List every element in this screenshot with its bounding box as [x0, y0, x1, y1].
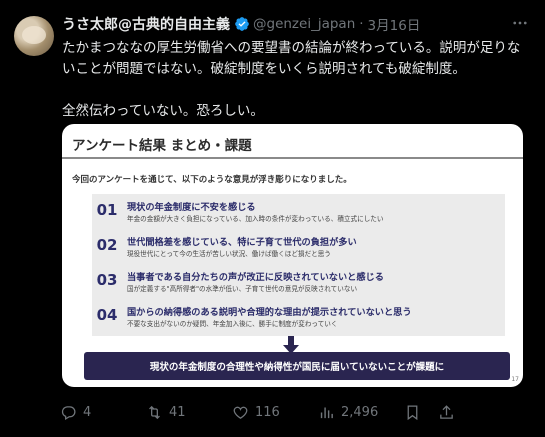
heart-icon — [233, 406, 248, 419]
item-detail: 年金の金額が大きく負担になっている、加入時の条件が変わっている、積立式にしたい — [127, 215, 384, 223]
card-title: アンケート結果 まとめ・課題 — [72, 138, 252, 154]
share-icon — [440, 404, 453, 419]
list-item: 04 国からの納得感のある説明や合理的な理由が提示されていないと思う 不要な支出… — [92, 302, 505, 332]
display-name[interactable]: うさ太郎@古典的自由主義 — [62, 14, 230, 34]
handle[interactable]: @genzei_japan — [253, 16, 355, 32]
analytics-icon — [320, 407, 333, 418]
conclusion-banner: 現状の年金制度の合理性や納得性が国民に届いていないことが課題に — [84, 352, 510, 380]
list-item: 01 現状の年金制度に不安を感じる 年金の金額が大きく負担になっている、加入時の… — [92, 197, 505, 227]
verified-badge-icon — [235, 17, 249, 31]
item-detail: 不要な支出がないのか疑問、年金加入後に、勝手に制度が変わっていく — [127, 320, 338, 328]
reply-icon — [61, 405, 76, 420]
item-number: 02 — [96, 236, 118, 254]
tweet-header: うさ太郎@古典的自由主義 @genzei_japan · 3月16日 — [62, 14, 420, 34]
item-number: 03 — [96, 271, 118, 289]
action-bar: 4 41 116 2,496 — [60, 402, 530, 422]
card-divider — [62, 157, 523, 159]
item-detail: 国が定義する"高所得者"の水準が低い、子育て世代の意見が反映されていない — [127, 285, 358, 293]
more-options-icon[interactable] — [509, 12, 531, 34]
retweet-count: 41 — [169, 404, 186, 420]
timestamp[interactable]: 3月16日 — [368, 14, 421, 34]
item-number: 01 — [96, 201, 118, 219]
reply-button[interactable]: 4 — [60, 402, 91, 422]
item-heading: 現状の年金制度に不安を感じる — [127, 202, 256, 213]
share-button[interactable] — [438, 402, 461, 422]
list-item: 03 当事者である自分たちの声が改正に反映されていないと感じる 国が定義する"高… — [92, 267, 505, 297]
item-number: 04 — [96, 306, 118, 324]
avatar[interactable] — [14, 16, 54, 56]
bookmark-button[interactable] — [404, 402, 427, 422]
separator: · — [359, 16, 364, 32]
item-heading: 世代間格差を感じている、特に子育て世代の負担が多い — [127, 237, 357, 248]
retweet-icon — [149, 405, 160, 419]
item-detail: 現役世代にとって今の生活が苦しい状況、働けば働くほど損だと思う — [127, 250, 331, 258]
reply-count: 4 — [83, 404, 92, 420]
tweet-text: たかまつななの厚生労働省への要望書の結論が終わっている。説明が足りないことが問題… — [62, 40, 521, 119]
bookmark-icon — [407, 404, 418, 420]
card-intro: 今回のアンケートを通じて、以下のような意見が浮き彫りになりました。 — [72, 175, 352, 185]
page-number: 17 — [511, 376, 519, 383]
item-heading: 当事者である自分たちの声が改正に反映されていないと感じる — [127, 272, 384, 283]
attached-image[interactable]: アンケート結果 まとめ・課題 今回のアンケートを通じて、以下のような意見が浮き彫… — [62, 124, 523, 387]
survey-items: 01 現状の年金制度に不安を感じる 年金の金額が大きく負担になっている、加入時の… — [92, 194, 505, 336]
views-button[interactable]: 2,496 — [318, 402, 378, 422]
like-button[interactable]: 116 — [232, 402, 280, 422]
like-count: 116 — [255, 404, 280, 420]
retweet-button[interactable]: 41 — [146, 402, 186, 422]
item-heading: 国からの納得感のある説明や合理的な理由が提示されていないと思う — [127, 307, 412, 318]
view-count: 2,496 — [341, 404, 379, 420]
list-item: 02 世代間格差を感じている、特に子育て世代の負担が多い 現役世代にとって今の生… — [92, 232, 505, 262]
